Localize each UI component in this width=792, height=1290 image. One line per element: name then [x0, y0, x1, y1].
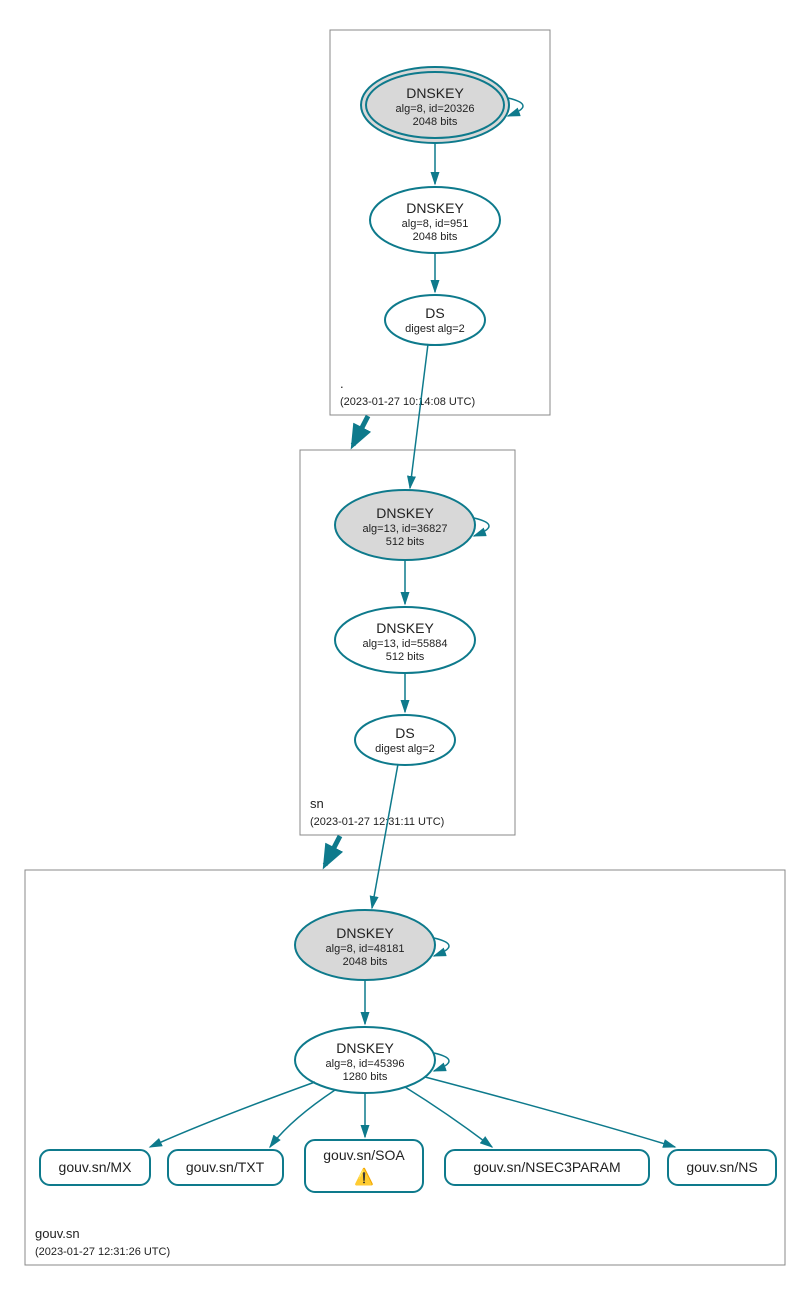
zone-sn-label: sn [310, 796, 324, 811]
edge-zsk-txt [270, 1090, 335, 1147]
root-zsk-bits: 2048 bits [413, 231, 458, 243]
dnssec-diagram: . (2023-01-27 10:14:08 UTC) DNSKEY alg=8… [10, 10, 790, 1280]
sn-ds-title: DS [395, 725, 414, 741]
gouvsn-ksk-title: DNSKEY [336, 925, 394, 941]
edge-zsk-nsec3 [405, 1087, 492, 1147]
record-nsec3param-node: gouv.sn/NSEC3PARAM [445, 1150, 649, 1185]
gouvsn-zsk-selfloop [434, 1053, 449, 1071]
zone-sn-timestamp: (2023-01-27 12:31:11 UTC) [310, 816, 444, 828]
sn-zsk-bits: 512 bits [386, 651, 425, 663]
sn-ksk-alg: alg=13, id=36827 [362, 523, 447, 535]
root-ds-digest: digest alg=2 [405, 323, 465, 335]
edge-sn-gouvsn-delegation [325, 836, 340, 865]
root-ds-node: DS digest alg=2 [385, 295, 485, 345]
record-txt-node: gouv.sn/TXT [168, 1150, 283, 1185]
sn-ds-node: DS digest alg=2 [355, 715, 455, 765]
root-ksk-title: DNSKEY [406, 85, 464, 101]
gouvsn-ksk-selfloop [434, 938, 449, 956]
record-nsec3param-label: gouv.sn/NSEC3PARAM [473, 1159, 620, 1175]
root-zsk-alg: alg=8, id=951 [402, 218, 469, 230]
edge-zsk-mx [150, 1082, 315, 1147]
root-ds-title: DS [425, 305, 444, 321]
gouvsn-zsk-alg: alg=8, id=45396 [326, 1058, 405, 1070]
record-mx-node: gouv.sn/MX [40, 1150, 150, 1185]
sn-ksk-title: DNSKEY [376, 505, 434, 521]
sn-ksk-node: DNSKEY alg=13, id=36827 512 bits [335, 490, 475, 560]
edge-sn-ds-gouvsn-ksk [372, 764, 398, 908]
zone-gouvsn-label: gouv.sn [35, 1226, 80, 1241]
edge-root-ds-sn-ksk [410, 344, 428, 488]
sn-zsk-node: DNSKEY alg=13, id=55884 512 bits [335, 607, 475, 673]
sn-ksk-bits: 512 bits [386, 536, 425, 548]
gouvsn-zsk-bits: 1280 bits [343, 1071, 388, 1083]
warning-icon: ⚠️ [354, 1167, 374, 1186]
root-zsk-title: DNSKEY [406, 200, 464, 216]
zone-gouvsn-timestamp: (2023-01-27 12:31:26 UTC) [35, 1246, 170, 1258]
sn-ds-digest: digest alg=2 [375, 743, 435, 755]
gouvsn-ksk-node: DNSKEY alg=8, id=48181 2048 bits [295, 910, 435, 980]
gouvsn-zsk-node: DNSKEY alg=8, id=45396 1280 bits [295, 1027, 435, 1093]
root-ksk-node: DNSKEY alg=8, id=20326 2048 bits [361, 67, 509, 143]
gouvsn-ksk-alg: alg=8, id=48181 [326, 943, 405, 955]
sn-ksk-selfloop [474, 518, 489, 536]
sn-zsk-alg: alg=13, id=55884 [362, 638, 447, 650]
gouvsn-zsk-title: DNSKEY [336, 1040, 394, 1056]
sn-zsk-title: DNSKEY [376, 620, 434, 636]
record-soa-label: gouv.sn/SOA [323, 1147, 405, 1163]
zone-root-timestamp: (2023-01-27 10:14:08 UTC) [340, 396, 475, 408]
record-txt-label: gouv.sn/TXT [186, 1159, 265, 1175]
root-zsk-node: DNSKEY alg=8, id=951 2048 bits [370, 187, 500, 253]
root-ksk-alg: alg=8, id=20326 [396, 103, 475, 115]
record-ns-label: gouv.sn/NS [686, 1159, 757, 1175]
zone-root-label: . [340, 376, 344, 391]
record-soa-node: gouv.sn/SOA ⚠️ [305, 1140, 423, 1192]
root-ksk-selfloop [508, 98, 523, 116]
root-ksk-bits: 2048 bits [413, 116, 458, 128]
record-mx-label: gouv.sn/MX [59, 1159, 133, 1175]
edge-zsk-ns [425, 1077, 675, 1147]
record-ns-node: gouv.sn/NS [668, 1150, 776, 1185]
edge-root-sn-delegation [353, 416, 368, 445]
gouvsn-ksk-bits: 2048 bits [343, 956, 388, 968]
